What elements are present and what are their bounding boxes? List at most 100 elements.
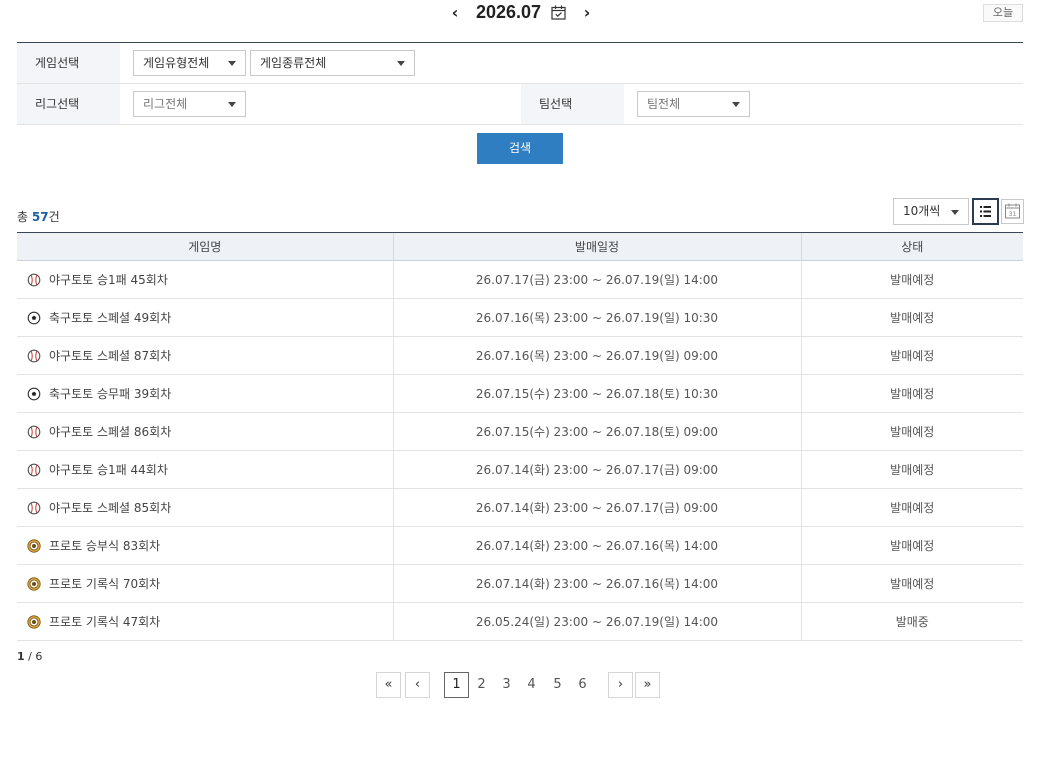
table-row[interactable]: 프로토 기록식 70회차 26.07.14(화) 23:00 ~ 26.07.16… xyxy=(17,564,1023,603)
status-text: 발매예정 xyxy=(800,412,1023,451)
list-view-button[interactable] xyxy=(972,198,999,225)
game-name[interactable]: 야구토토 스페셜 85회차 xyxy=(49,501,171,515)
status-text: 발매예정 xyxy=(800,260,1023,299)
game-name-cell[interactable]: 야구토토 스페셜 85회차 xyxy=(17,488,393,527)
search-button[interactable]: 검색 xyxy=(477,133,563,164)
game-name-cell[interactable]: 야구토토 스페셜 87회차 xyxy=(17,336,393,375)
league-select[interactable]: 리그전체 xyxy=(133,91,246,117)
soccer-icon xyxy=(27,387,41,400)
game-name-cell[interactable]: 야구토토 승1패 44회차 xyxy=(17,450,393,489)
calendar-icon[interactable] xyxy=(551,5,566,20)
sale-period: 26.07.14(화) 23:00 ~ 26.07.16(목) 14:00 xyxy=(392,564,801,603)
status-text: 발매예정 xyxy=(800,298,1023,337)
game-kind-select[interactable]: 게임종류전체 xyxy=(250,50,415,76)
table-row[interactable]: 야구토토 스페셜 87회차 26.07.16(목) 23:00 ~ 26.07.1… xyxy=(17,336,1023,375)
sale-period: 26.07.16(목) 23:00 ~ 26.07.19(일) 09:00 xyxy=(392,336,801,375)
next-month-button[interactable]: › xyxy=(578,3,596,23)
table-row[interactable]: 프로토 기록식 47회차 26.05.24(일) 23:00 ~ 26.07.19… xyxy=(17,602,1023,641)
soccer-icon xyxy=(27,311,41,324)
game-name-cell[interactable]: 야구토토 승1패 45회차 xyxy=(17,260,393,299)
sale-period: 26.07.14(화) 23:00 ~ 26.07.16(목) 14:00 xyxy=(392,526,801,565)
game-name[interactable]: 야구토토 스페셜 87회차 xyxy=(49,349,171,363)
sale-period: 26.07.15(수) 23:00 ~ 26.07.18(토) 10:30 xyxy=(392,374,801,413)
proto-icon xyxy=(27,576,41,591)
page-4[interactable]: 4 xyxy=(519,672,544,698)
pagination: « ‹ 1 2 3 4 5 6 › » xyxy=(0,672,1040,699)
sale-period: 26.07.15(수) 23:00 ~ 26.07.18(토) 09:00 xyxy=(392,412,801,451)
first-page-button[interactable]: « xyxy=(376,672,401,698)
game-name[interactable]: 야구토토 승1패 45회차 xyxy=(49,273,168,287)
game-name-cell[interactable]: 축구토토 승무패 39회차 xyxy=(17,374,393,413)
game-schedule-table: 게임명 발매일정 상태 야구토토 승1패 45회차 26.07.17(금) 23:… xyxy=(17,232,1023,641)
page-6[interactable]: 6 xyxy=(570,672,595,698)
table-row[interactable]: 야구토토 스페셜 85회차 26.07.14(화) 23:00 ~ 26.07.1… xyxy=(17,488,1023,527)
last-page-button[interactable]: » xyxy=(635,672,660,698)
per-page-value: 10개씩 xyxy=(903,204,941,218)
status-text: 발매예정 xyxy=(800,564,1023,603)
baseball-icon xyxy=(27,463,41,476)
baseball-icon xyxy=(27,501,41,514)
game-name[interactable]: 프로토 기록식 47회차 xyxy=(49,615,160,629)
table-row[interactable]: 야구토토 스페셜 86회차 26.07.15(수) 23:00 ~ 26.07.1… xyxy=(17,412,1023,451)
prev-month-button[interactable]: ‹ xyxy=(446,3,464,23)
next-page-button[interactable]: › xyxy=(608,672,633,698)
table-row[interactable]: 야구토토 승1패 45회차 26.07.17(금) 23:00 ~ 26.07.1… xyxy=(17,260,1023,299)
league-value: 리그전체 xyxy=(143,97,188,111)
table-row[interactable]: 야구토토 승1패 44회차 26.07.14(화) 23:00 ~ 26.07.1… xyxy=(17,450,1023,489)
page-1[interactable]: 1 xyxy=(444,672,469,698)
search-form: 게임선택 게임유형전체 게임종류전체 리그선택 리그전체 팀선택 팀전체 xyxy=(17,42,1023,125)
team-value: 팀전체 xyxy=(647,97,681,111)
game-name[interactable]: 프로토 승부식 83회차 xyxy=(49,539,160,553)
proto-icon xyxy=(27,538,41,553)
baseball-icon xyxy=(27,349,41,362)
page-2[interactable]: 2 xyxy=(469,672,494,698)
table-row[interactable]: 축구토토 승무패 39회차 26.07.15(수) 23:00 ~ 26.07.1… xyxy=(17,374,1023,413)
status-text: 발매예정 xyxy=(800,374,1023,413)
per-page-select[interactable]: 10개씩 xyxy=(893,198,969,225)
svg-text:31: 31 xyxy=(1009,211,1017,218)
game-type-value: 게임유형전체 xyxy=(143,56,210,70)
page-info: 1 / 6 xyxy=(17,650,42,663)
game-name-cell[interactable]: 야구토토 스페셜 86회차 xyxy=(17,412,393,451)
chevron-down-icon xyxy=(732,102,740,107)
table-row[interactable]: 축구토토 스페셜 49회차 26.07.16(목) 23:00 ~ 26.07.1… xyxy=(17,298,1023,337)
status-text: 발매중 xyxy=(800,602,1023,641)
date-navigator: ‹ 2026.07 › xyxy=(0,0,1040,30)
sale-period: 26.07.16(목) 23:00 ~ 26.07.19(일) 10:30 xyxy=(392,298,801,337)
sale-period: 26.07.14(화) 23:00 ~ 26.07.17(금) 09:00 xyxy=(392,488,801,527)
game-name-cell[interactable]: 프로토 승부식 83회차 xyxy=(17,526,393,565)
game-name[interactable]: 야구토토 승1패 44회차 xyxy=(49,463,168,477)
total-pages: 6 xyxy=(35,650,43,663)
game-name[interactable]: 야구토토 스페셜 86회차 xyxy=(49,425,171,439)
game-name-cell[interactable]: 프로토 기록식 47회차 xyxy=(17,602,393,641)
game-name[interactable]: 축구토토 스페셜 49회차 xyxy=(49,311,171,325)
header-sale-period: 발매일정 xyxy=(392,232,801,261)
calendar-view-button[interactable]: 31 xyxy=(1001,199,1024,224)
game-name-cell[interactable]: 프로토 기록식 70회차 xyxy=(17,564,393,603)
chevron-down-icon xyxy=(951,210,959,215)
page-separator: / xyxy=(24,650,36,663)
game-name-cell[interactable]: 축구토토 스페셜 49회차 xyxy=(17,298,393,337)
sale-period: 26.05.24(일) 23:00 ~ 26.07.19(일) 14:00 xyxy=(392,602,801,641)
table-row[interactable]: 프로토 승부식 83회차 26.07.14(화) 23:00 ~ 26.07.16… xyxy=(17,526,1023,565)
game-name[interactable]: 프로토 기록식 70회차 xyxy=(49,577,160,591)
calendar-icon: 31 xyxy=(1005,203,1020,219)
game-name[interactable]: 축구토토 승무패 39회차 xyxy=(49,387,171,401)
current-page: 1 xyxy=(17,650,25,663)
today-button[interactable]: 오늘 xyxy=(983,4,1023,22)
current-month: 2026.07 xyxy=(476,2,542,22)
team-select[interactable]: 팀전체 xyxy=(637,91,750,117)
game-type-select[interactable]: 게임유형전체 xyxy=(133,50,246,76)
total-prefix: 총 xyxy=(17,210,32,224)
proto-icon xyxy=(27,614,41,629)
header-status: 상태 xyxy=(800,232,1023,261)
header-game-name: 게임명 xyxy=(17,232,393,261)
sale-period: 26.07.17(금) 23:00 ~ 26.07.19(일) 14:00 xyxy=(392,260,801,299)
status-text: 발매예정 xyxy=(800,488,1023,527)
game-select-label: 게임선택 xyxy=(17,43,120,83)
page-5[interactable]: 5 xyxy=(545,672,570,698)
prev-page-button[interactable]: ‹ xyxy=(405,672,430,698)
page-3[interactable]: 3 xyxy=(494,672,519,698)
total-count: 총 57건 xyxy=(17,208,60,225)
game-select-row: 게임선택 게임유형전체 게임종류전체 xyxy=(17,43,1023,84)
